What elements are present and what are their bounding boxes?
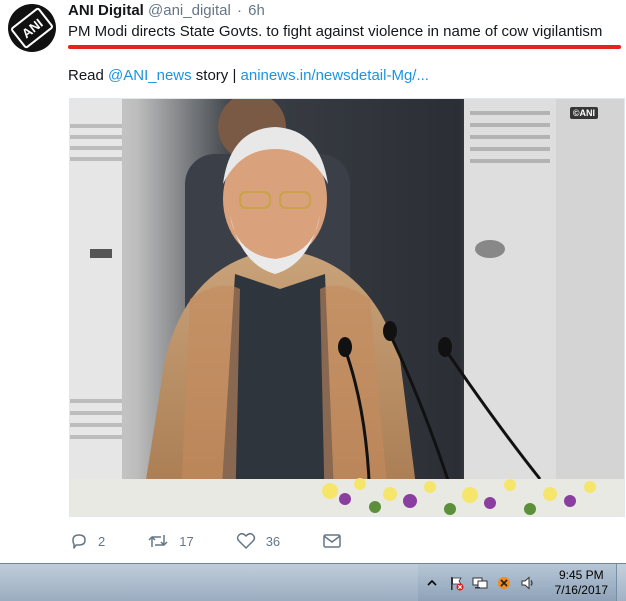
- taskbar-clock[interactable]: 9:45 PM 7/16/2017: [555, 568, 608, 598]
- screen-name[interactable]: @ani_digital: [148, 2, 231, 19]
- article-link[interactable]: aninews.in/newsdetail-Mg/...: [241, 67, 429, 84]
- retweet-count: 17: [179, 533, 194, 549]
- avatar-logo-text: ANI: [18, 15, 46, 41]
- tweet-actions: 2 17 36: [70, 530, 394, 552]
- reply-count: 2: [98, 533, 106, 549]
- ani-logo-icon: ANI: [9, 6, 55, 50]
- direct-message-button[interactable]: [322, 533, 352, 549]
- reply-button[interactable]: 2: [70, 532, 105, 550]
- like-button[interactable]: 36: [236, 532, 280, 550]
- tweet-media-photo[interactable]: ©ANI: [69, 98, 625, 517]
- like-count: 36: [265, 533, 281, 549]
- tweet-timestamp[interactable]: 6h: [248, 2, 265, 19]
- volume-icon[interactable]: [520, 575, 536, 591]
- envelope-icon: [323, 534, 341, 548]
- action-center-flag-icon[interactable]: [448, 575, 464, 591]
- tweet-header: ANI Digital @ani_digital · 6h: [68, 2, 265, 20]
- tweet: ANI ANI Digital @ani_digital · 6h PM Mod…: [0, 0, 626, 560]
- system-tray: [424, 564, 544, 601]
- read-middle: story |: [191, 67, 241, 84]
- windows-taskbar: 9:45 PM 7/16/2017: [0, 563, 626, 601]
- app-tray-icon[interactable]: [496, 575, 512, 591]
- display-name[interactable]: ANI Digital: [68, 2, 144, 19]
- network-icon[interactable]: [472, 575, 488, 591]
- read-prefix: Read: [68, 67, 109, 84]
- retweet-icon: [148, 535, 168, 547]
- avatar[interactable]: ANI: [8, 4, 56, 52]
- heart-icon: [236, 532, 255, 549]
- reply-icon: [72, 534, 86, 549]
- chevron-up-icon[interactable]: [424, 575, 440, 591]
- separator-dot: ·: [236, 2, 242, 19]
- taskbar-apps-area[interactable]: [0, 564, 418, 601]
- tweet-read-line: Read @ANI_news story | aninews.in/newsde…: [68, 66, 429, 86]
- clock-time: 9:45 PM: [558, 568, 604, 582]
- retweet-button[interactable]: 17: [147, 532, 194, 550]
- tweet-text: PM Modi directs State Govts. to fight ag…: [68, 23, 603, 40]
- clock-date: 7/16/2017: [554, 583, 608, 597]
- show-desktop-button[interactable]: [616, 564, 626, 601]
- media-watermark: ©ANI: [569, 107, 598, 119]
- red-underline-annotation: [68, 45, 621, 49]
- mention-link[interactable]: @ANI_news: [108, 67, 192, 84]
- speaker-photo: [70, 99, 624, 516]
